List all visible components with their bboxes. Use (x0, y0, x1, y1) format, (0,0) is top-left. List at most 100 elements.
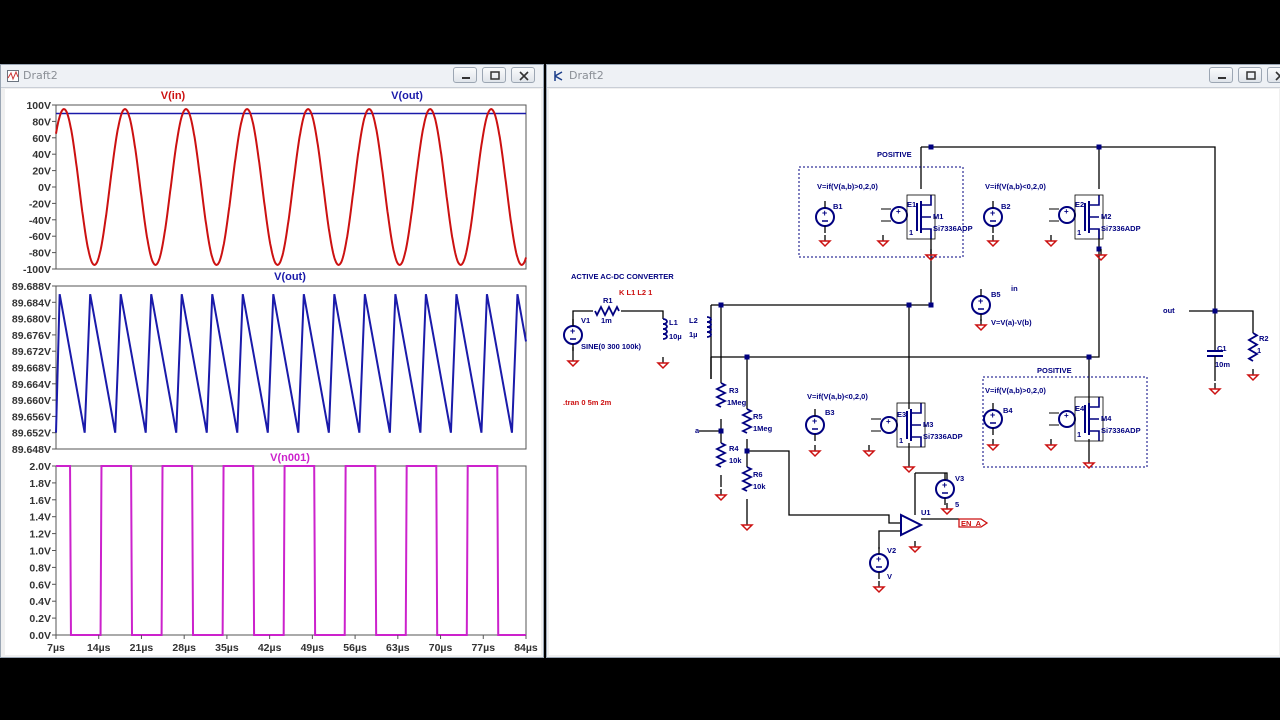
label-v1: V1 (581, 316, 590, 325)
r3-resistor[interactable] (714, 382, 728, 408)
junction-dot (718, 302, 724, 308)
y-tick-label: 20V (32, 166, 51, 178)
v3-source[interactable]: + (935, 473, 955, 505)
r6-resistor[interactable] (740, 466, 754, 492)
ground-symbol (876, 235, 890, 248)
minimize-button[interactable] (453, 67, 477, 83)
pane1-label-vin[interactable]: V(in) (161, 90, 186, 102)
waveform-plots[interactable]: 100V80V60V40V20V0V-20V-40V-60V-80V-100V … (5, 89, 541, 655)
e2-source[interactable]: + (1049, 206, 1076, 224)
label-v3: V3 (955, 474, 964, 483)
schematic-minimize-button[interactable] (1209, 67, 1233, 83)
y-tick-label: -80V (29, 248, 51, 260)
label-part: Si7336ADP (1101, 426, 1141, 435)
e3-source[interactable]: + (871, 416, 898, 434)
label-in: in (1011, 284, 1018, 293)
y-tick-label: 0.4V (29, 596, 51, 608)
x-tick-label: 77µs (471, 642, 495, 654)
r1-resistor[interactable] (594, 304, 620, 318)
svg-text:+: + (812, 416, 817, 426)
l1-inductor[interactable] (662, 318, 668, 340)
y-tick-label: -100V (23, 264, 51, 276)
junction-dot (928, 302, 934, 308)
x-tick-label: 49µs (301, 642, 325, 654)
x-tick-label: 63µs (386, 642, 410, 654)
ground-symbol (872, 581, 886, 594)
schematic-app-icon (554, 71, 563, 81)
r4-resistor[interactable] (714, 442, 728, 468)
schematic-titlebar[interactable]: Draft2 (547, 65, 1280, 88)
schematic-close-button[interactable] (1267, 67, 1280, 83)
pane3-label-vn001[interactable]: V(n001) (270, 452, 310, 464)
label-b1: B1 (833, 202, 843, 211)
svg-text:+: + (1064, 411, 1069, 420)
ground-symbol (656, 357, 670, 370)
close-button[interactable] (511, 67, 535, 83)
b5-source[interactable]: + (971, 289, 991, 321)
y-tick-label: 60V (32, 133, 51, 145)
b4-source[interactable]: + (983, 403, 1003, 435)
waveform-app-icon (7, 70, 19, 82)
junction-dot (718, 428, 724, 434)
x-tick-label: 7µs (47, 642, 65, 654)
ground-symbol (714, 489, 728, 502)
pane1-label-vout[interactable]: V(out) (391, 90, 423, 102)
close-icon (519, 71, 529, 81)
b2-source[interactable]: + (983, 201, 1003, 233)
y-tick-label: 0.2V (29, 613, 51, 625)
y-tick-label: 1.0V (29, 546, 51, 558)
y-tick-label: 89.660V (12, 395, 51, 407)
junction-dot (1096, 144, 1102, 150)
label-part: Si7336ADP (1101, 224, 1141, 233)
label-r6: R6 (753, 470, 763, 479)
ground-symbol (1044, 235, 1058, 248)
r5-resistor[interactable] (740, 408, 754, 434)
v2-source[interactable]: + (869, 547, 889, 579)
schematic-maximize-button[interactable] (1238, 67, 1262, 83)
y-tick-label: 0.6V (29, 579, 51, 591)
pane3-frame (55, 465, 527, 636)
b1-source[interactable]: + (815, 201, 835, 233)
b3-source[interactable]: + (805, 409, 825, 441)
minimize-icon (1218, 77, 1226, 79)
e1-source[interactable]: + (881, 206, 908, 224)
y-tick-label: 0.8V (29, 562, 51, 574)
junction-dot (906, 302, 912, 308)
label-r5: R5 (753, 412, 763, 421)
label-r3: R3 (729, 386, 739, 395)
label-c1val: 10m (1215, 360, 1230, 369)
junction-dot (928, 144, 934, 150)
svg-text:+: + (876, 554, 881, 564)
svg-text:+: + (978, 296, 983, 306)
label-r5val: 1Meg (753, 424, 773, 433)
label-u1: U1 (921, 508, 931, 517)
label-pos1: POSITIVE (877, 150, 912, 159)
label-b3expr: V=if(V(a,b)<0,2,0) (807, 392, 868, 401)
x-tick-label: 56µs (343, 642, 367, 654)
restore-icon (1246, 71, 1256, 80)
ground-symbol (1082, 457, 1096, 470)
u1-opamp[interactable] (900, 513, 924, 537)
waveform-titlebar[interactable]: Draft2 (1, 65, 543, 88)
ground-symbol (986, 235, 1000, 248)
waveform-plot-area[interactable]: 100V 80V 60V 40V 20V 0V -20V -40V -60V -80V -100V … (5, 89, 541, 655)
y-tick-label: -40V (29, 215, 51, 227)
ground-symbol (1044, 439, 1058, 452)
y-tick-label: 89.676V (12, 330, 51, 342)
schematic-canvas[interactable]: + + + + + + + + + + + + ACTIVE AC-DC CONVERTER K L1 … (549, 89, 1279, 655)
svg-text:+: + (990, 410, 995, 420)
schematic-drawing[interactable]: + + + + + + + + + + + + ACTIVE AC-DC CONVERTER K L1 … (549, 89, 1279, 655)
label-r1val: 1m (601, 316, 612, 325)
pane2-label-vout[interactable]: V(out) (274, 271, 306, 283)
junction-dot (1212, 308, 1218, 314)
waveform-window: Draft2 100V 80V 60V 40V 20V 0V -20V -40V -60V -80… (0, 64, 544, 658)
y-tick-label: 89.684V (12, 297, 51, 309)
e4-source[interactable]: + (1049, 410, 1076, 428)
v1-source[interactable]: + (563, 319, 583, 351)
maximize-button[interactable] (482, 67, 506, 83)
r2-resistor[interactable] (1247, 332, 1259, 362)
schematic-window-title: Draft2 (569, 69, 604, 82)
y-tick-label: 89.680V (12, 314, 51, 326)
label-v2: V2 (887, 546, 896, 555)
l2-inductor[interactable] (706, 316, 712, 338)
